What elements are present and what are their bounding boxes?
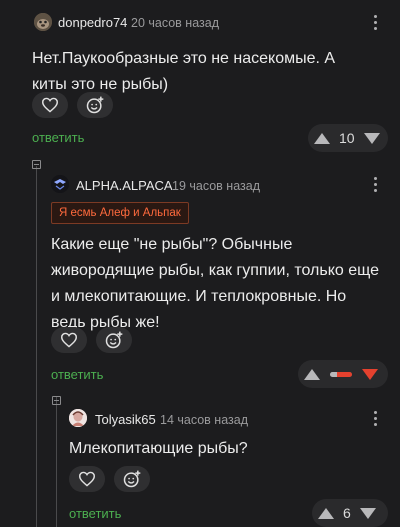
reply-link[interactable]: ответить	[32, 130, 84, 145]
downvote-icon[interactable]	[359, 507, 376, 519]
avatar[interactable]	[69, 409, 87, 427]
timestamp: 14 часов назад	[160, 413, 248, 427]
more-icon[interactable]	[372, 177, 378, 195]
add-reaction-button[interactable]	[114, 466, 150, 492]
heart-icon	[60, 332, 78, 348]
add-reaction-button[interactable]	[77, 92, 113, 118]
like-button[interactable]	[32, 92, 68, 118]
upvote-icon[interactable]	[318, 507, 334, 519]
more-icon[interactable]	[372, 15, 378, 33]
emoji-add-icon	[123, 470, 141, 488]
comment-text: Млекопитающие рыбы?	[69, 440, 248, 457]
more-icon[interactable]	[372, 411, 378, 429]
downvote-icon[interactable]	[362, 368, 378, 380]
add-reaction-button[interactable]	[96, 327, 132, 353]
emoji-add-icon	[105, 331, 123, 349]
collapse-icon[interactable]	[32, 160, 41, 169]
like-button[interactable]	[51, 327, 87, 353]
thread-line-root	[36, 166, 37, 527]
downvote-icon[interactable]	[363, 132, 380, 144]
collapse-icon[interactable]	[52, 396, 61, 405]
comment-text: Нет.Паукообразные это не насекомые. А ки…	[32, 50, 336, 93]
upvote-icon[interactable]	[314, 132, 330, 144]
vote-control	[298, 360, 388, 388]
avatar[interactable]	[34, 13, 52, 31]
thread-line-level2	[56, 396, 57, 527]
comment-text: Какие еще "не рыбы"? Обычные живородящие…	[51, 236, 379, 331]
username[interactable]: ALPHA.ALPACA	[76, 178, 173, 193]
username[interactable]: Tolyasik65	[95, 412, 156, 427]
timestamp: 20 часов назад	[131, 16, 219, 30]
rating-count: 10	[339, 130, 355, 146]
vote-control: 6	[312, 499, 388, 527]
reply-link[interactable]: ответить	[51, 367, 103, 382]
username[interactable]: donpedro74	[58, 15, 127, 30]
user-badge: Я есмь Алеф и Альпак	[51, 202, 189, 224]
upvote-icon[interactable]	[304, 368, 320, 380]
heart-icon	[78, 471, 96, 487]
like-button[interactable]	[69, 466, 105, 492]
heart-icon	[41, 97, 59, 113]
emoji-add-icon	[86, 96, 104, 114]
rating-count: 6	[343, 505, 351, 521]
reply-link[interactable]: ответить	[69, 506, 121, 521]
avatar[interactable]	[51, 175, 69, 193]
timestamp: 19 часов назад	[172, 179, 260, 193]
vote-control: 10	[308, 124, 388, 152]
rating-ratio-bar	[330, 371, 352, 377]
